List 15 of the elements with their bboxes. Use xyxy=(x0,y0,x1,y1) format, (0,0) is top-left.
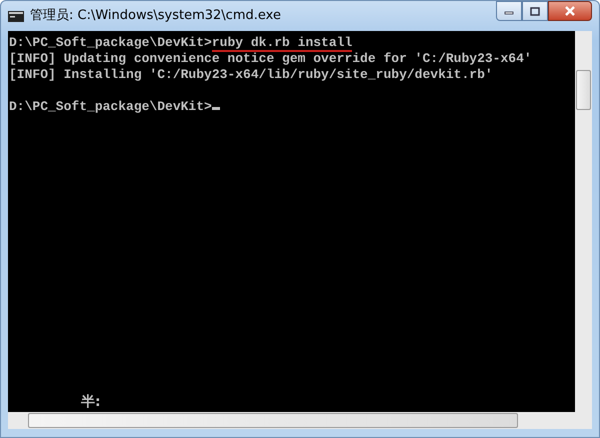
output-line: [INFO] Installing 'C:/Ruby23-x64/lib/ruby/site_ruby/devkit.rb' xyxy=(9,67,494,83)
close-button[interactable] xyxy=(548,1,592,21)
command-prompt: D:\PC_Soft_package\DevKit> xyxy=(9,99,212,114)
console-icon xyxy=(8,10,24,22)
window-title: 管理员: C:\Windows\system32\cmd.exe xyxy=(30,7,281,26)
horizontal-scrollbar[interactable] xyxy=(8,412,592,429)
output-line: [INFO] Updating convenience notice gem override for 'C:/Ruby23-x64' xyxy=(9,51,533,67)
close-icon xyxy=(564,6,576,16)
minimize-button[interactable] xyxy=(496,1,522,21)
command-prompt: D:\PC_Soft_package\DevKit> xyxy=(9,35,212,50)
maximize-button[interactable] xyxy=(522,1,548,21)
command-text: ruby dk.rb install xyxy=(212,35,352,52)
maximize-icon xyxy=(530,6,540,16)
vertical-scrollbar[interactable] xyxy=(575,31,592,412)
ime-status: 半: xyxy=(81,394,102,410)
